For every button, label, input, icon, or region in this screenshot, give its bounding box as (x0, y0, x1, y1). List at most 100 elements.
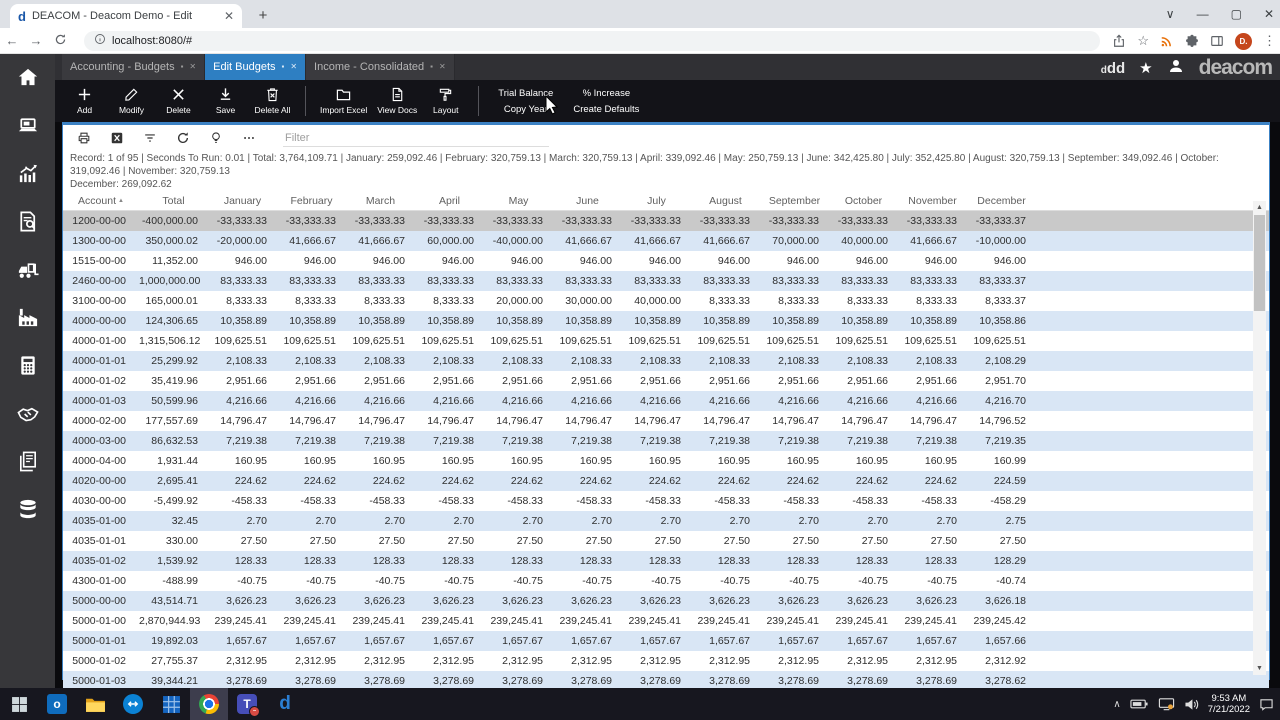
tab-close-icon[interactable]: ✕ (290, 63, 297, 71)
sidebar-report-icon[interactable] (16, 450, 40, 473)
column-header-january[interactable]: January (208, 195, 277, 207)
taskbar-teamviewer-icon[interactable] (114, 688, 152, 720)
save-button[interactable]: Save (202, 87, 249, 115)
table-row[interactable]: 1515-00-00 11,352.00 946.00 946.00 946.00 946… (63, 251, 1269, 271)
taskbar-explorer-icon[interactable] (76, 688, 114, 720)
column-header-june[interactable]: June (553, 195, 622, 207)
taskbar-outlook-icon[interactable]: o (38, 688, 76, 720)
tab-pin-icon[interactable]: ▪ (430, 63, 433, 71)
delete-all-button[interactable]: Delete All (249, 87, 296, 115)
taskbar-teams-icon[interactable]: T – (228, 688, 266, 720)
tab-close-icon[interactable]: ✕ (189, 63, 196, 71)
maximize-button[interactable]: ▢ (1231, 7, 1242, 21)
close-button[interactable]: ✕ (1264, 7, 1274, 21)
battery-icon[interactable] (1130, 698, 1149, 710)
browser-tab[interactable]: d DEACOM - Deacom Demo - Edit ✕ (10, 4, 242, 28)
column-header-november[interactable]: November (898, 195, 967, 207)
tab-close-icon[interactable]: ✕ (439, 63, 446, 71)
create-defaults-button[interactable]: Create Defaults (573, 104, 639, 115)
sidebar-factory-icon[interactable] (16, 306, 40, 329)
extensions-icon[interactable] (1185, 34, 1199, 48)
table-row[interactable]: 4030-00-00 -5,499.92 -458.33 -458.33 -458.33… (63, 491, 1269, 511)
table-row[interactable]: 4035-01-02 1,539.92 128.33 128.33 128.33 128.… (63, 551, 1269, 571)
copy-year-button[interactable]: Copy Year (504, 104, 548, 115)
table-row[interactable]: 4000-01-03 50,599.96 4,216.66 4,216.66 4,216… (63, 391, 1269, 411)
table-row[interactable]: 4020-00-00 2,695.41 224.62 224.62 224.62 224.… (63, 471, 1269, 491)
taskbar-clock[interactable]: 9:53 AM 7/21/2022 (1208, 693, 1250, 715)
table-row[interactable]: 5000-01-00 2,870,944.93 239,245.41 239,245.… (63, 611, 1269, 631)
view-docs-button[interactable]: View Docs (372, 87, 422, 115)
table-row[interactable]: 5000-01-01 19,892.03 1,657.67 1,657.67 1,657… (63, 631, 1269, 651)
table-row[interactable]: 3100-00-00 165,000.01 8,333.33 8,333.33 8,33… (63, 291, 1269, 311)
address-bar[interactable]: localhost:8080/# (84, 31, 1100, 51)
reload-button[interactable] (48, 33, 72, 49)
filter-lines-icon[interactable] (143, 131, 157, 145)
column-header-october[interactable]: October (829, 195, 898, 207)
add-button[interactable]: Add (61, 87, 108, 115)
favorites-star-icon[interactable]: ★ (1139, 59, 1152, 77)
tab-close-icon[interactable]: ✕ (224, 9, 234, 23)
increase-button[interactable]: % Increase (583, 88, 631, 99)
browser-menu-icon[interactable]: ⋮ (1263, 33, 1276, 49)
sidebar-calculator-icon[interactable] (16, 354, 40, 377)
filter-input[interactable] (283, 129, 549, 147)
column-header-july[interactable]: July (622, 195, 691, 207)
table-row[interactable]: 4300-01-00 -488.99 -40.75 -40.75 -40.75 -40.7… (63, 571, 1269, 591)
column-header-december[interactable]: December (967, 195, 1036, 207)
display-tray-icon[interactable] (1158, 697, 1175, 711)
table-row[interactable]: 2460-00-00 1,000,000.00 83,333.33 83,333.33… (63, 271, 1269, 291)
taskbar-deacom-icon[interactable]: d (266, 688, 304, 720)
column-header-february[interactable]: February (277, 195, 346, 207)
taskbar-start-icon[interactable] (0, 688, 38, 720)
app-tab-accounting-budgets[interactable]: Accounting - Budgets ▪ ✕ (62, 54, 206, 80)
action-center-icon[interactable] (1259, 698, 1274, 711)
table-row[interactable]: 1200-00-00 -400,000.00 -33,333.33 -33,333.3… (63, 211, 1269, 231)
sidebar-database-icon[interactable] (16, 498, 40, 521)
table-row[interactable]: 4035-01-01 330.00 27.50 27.50 27.50 27.50 27.5… (63, 531, 1269, 551)
table-row[interactable]: 4000-01-00 1,315,506.12 109,625.51 109,625.… (63, 331, 1269, 351)
sidebar-home-icon[interactable] (16, 66, 40, 89)
rss-icon[interactable] (1160, 34, 1174, 48)
modify-button[interactable]: Modify (108, 87, 155, 115)
layout-button[interactable]: Layout (422, 87, 469, 115)
column-header-april[interactable]: April (415, 195, 484, 207)
table-row[interactable]: 4000-02-00 177,557.69 14,796.47 14,796.47 14… (63, 411, 1269, 431)
column-header-march[interactable]: March (346, 195, 415, 207)
share-icon[interactable] (1112, 34, 1126, 48)
table-row[interactable]: 4000-04-00 1,931.44 160.95 160.95 160.95 160.… (63, 451, 1269, 471)
minimize-button[interactable]: — (1197, 7, 1209, 21)
printer-icon[interactable] (77, 131, 91, 145)
import-excel-button[interactable]: Import Excel (315, 87, 372, 115)
column-header-september[interactable]: September (760, 195, 829, 207)
sidebar-forklift-icon[interactable] (16, 258, 40, 281)
lightbulb-icon[interactable] (209, 131, 223, 145)
excel-icon[interactable] (110, 131, 124, 145)
sidebar-laptop-icon[interactable] (16, 114, 40, 137)
sidebar-document-search-icon[interactable] (16, 210, 40, 233)
side-panel-icon[interactable] (1210, 34, 1224, 48)
ellipsis-icon[interactable] (242, 131, 256, 145)
table-row[interactable]: 4000-01-01 25,299.92 2,108.33 2,108.33 2,108… (63, 351, 1269, 371)
table-row[interactable]: 4000-01-02 35,419.96 2,951.66 2,951.66 2,951… (63, 371, 1269, 391)
tab-pin-icon[interactable]: ▪ (181, 63, 184, 71)
table-row[interactable]: 4000-03-00 86,632.53 7,219.38 7,219.38 7,219… (63, 431, 1269, 451)
sidebar-handshake-icon[interactable] (16, 402, 40, 425)
app-tab-edit-budgets[interactable]: Edit Budgets ▪ ✕ (205, 54, 307, 80)
taskbar-chrome-icon[interactable] (190, 688, 228, 720)
forward-button[interactable]: → (24, 33, 48, 48)
refresh-icon[interactable] (176, 131, 190, 145)
user-profile-icon[interactable] (1167, 57, 1185, 80)
back-button[interactable]: ← (0, 33, 24, 48)
tab-search-icon[interactable]: ∨ (1166, 7, 1175, 21)
bookmark-star-icon[interactable]: ☆ (1137, 33, 1149, 49)
delete-button[interactable]: Delete (155, 87, 202, 115)
app-tab-income-consolidated[interactable]: Income - Consolidated ▪ ✕ (306, 54, 455, 80)
taskbar-remote-grid-icon[interactable] (152, 688, 190, 720)
column-header-may[interactable]: May (484, 195, 553, 207)
column-header-august[interactable]: August (691, 195, 760, 207)
table-row[interactable]: 4000-00-00 124,306.65 10,358.89 10,358.89 10… (63, 311, 1269, 331)
profile-avatar[interactable]: D. (1235, 32, 1252, 50)
new-tab-button[interactable]: + (252, 5, 274, 27)
table-row[interactable]: 5000-00-00 43,514.71 3,626.23 3,626.23 3,626… (63, 591, 1269, 611)
sidebar-sales-chart-icon[interactable] (16, 162, 40, 185)
